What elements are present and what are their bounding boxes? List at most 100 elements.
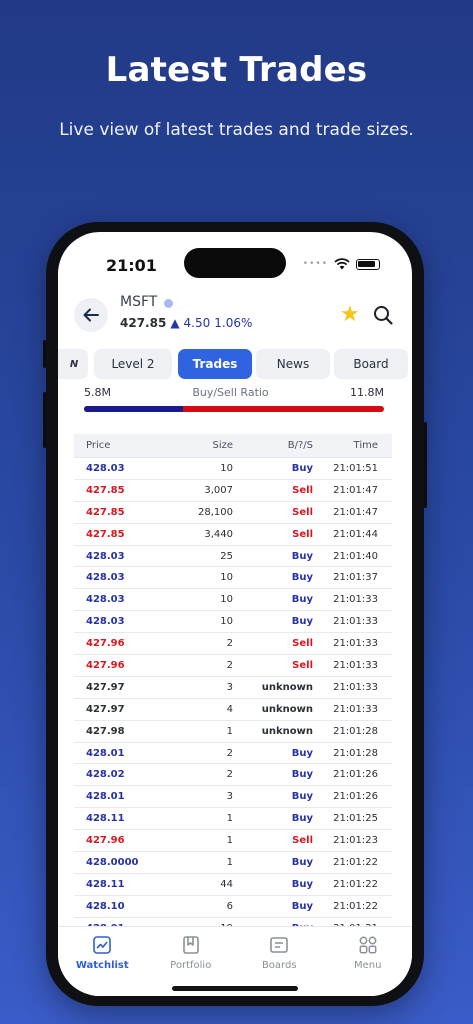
trade-side: Sell <box>292 484 313 496</box>
trade-price: 428.0000 <box>86 856 139 868</box>
column-header-size[interactable]: Size <box>169 440 233 451</box>
trade-side: Buy <box>291 813 313 825</box>
trade-time: 21:01:22 <box>333 856 378 868</box>
sell-volume: 11.8M <box>350 386 384 399</box>
trade-size: 1 <box>226 856 233 868</box>
promo-subtitle: Live view of latest trades and trade siz… <box>59 120 414 140</box>
trade-price: 427.96 <box>86 638 125 650</box>
table-header: Price Size B/?/S Time <box>74 434 392 458</box>
trade-side: Buy <box>291 462 313 474</box>
trade-price: 428.01 <box>86 747 125 759</box>
table-row: 428.01 3 Buy 21:01:26 <box>74 786 392 809</box>
ratio-bar-buy-fill <box>84 406 183 412</box>
trade-time: 21:01:22 <box>333 900 378 912</box>
ticker-symbol: MSFT <box>120 294 158 310</box>
trade-time: 21:01:33 <box>333 681 378 693</box>
trade-time: 21:01:33 <box>333 703 378 715</box>
trades-table: Price Size B/?/S Time 428.03 10 Buy 21:01:5… <box>74 434 392 940</box>
trade-side: Buy <box>291 856 313 868</box>
trade-price: 427.97 <box>86 703 125 715</box>
trade-price: 427.98 <box>86 725 125 737</box>
trade-size: 2 <box>226 769 233 781</box>
table-row: 428.03 10 Buy 21:01:33 <box>74 589 392 612</box>
table-row: 427.97 4 unknown 21:01:33 <box>74 699 392 721</box>
buy-volume: 5.8M <box>84 386 111 399</box>
tab-board[interactable]: Board <box>334 349 408 379</box>
trade-size: 44 <box>220 878 233 890</box>
trade-rows: 428.03 10 Buy 21:01:51 427.85 3,007 Sell 21:01:… <box>74 458 392 940</box>
dynamic-island <box>184 248 286 278</box>
trade-price: 428.10 <box>86 900 125 912</box>
trade-side: Buy <box>291 769 313 781</box>
trade-time: 21:01:28 <box>333 725 378 737</box>
table-row: 428.11 1 Buy 21:01:25 <box>74 808 392 831</box>
trade-price: 428.01 <box>86 791 125 803</box>
trade-time: 21:01:47 <box>333 484 378 496</box>
table-row: 427.96 2 Sell 21:01:33 <box>74 633 392 656</box>
trade-side: Buy <box>291 791 313 803</box>
trade-size: 3 <box>226 791 233 803</box>
trade-size: 3,440 <box>204 528 233 540</box>
battery-icon <box>356 258 380 270</box>
tab-level-2[interactable]: Level 2 <box>94 349 172 379</box>
search-icon[interactable] <box>372 304 394 326</box>
chart-icon <box>93 936 112 954</box>
column-header-price[interactable]: Price <box>74 440 169 451</box>
trade-side: Buy <box>291 747 313 759</box>
trade-time: 21:01:37 <box>333 572 378 584</box>
trade-time: 21:01:47 <box>333 506 378 518</box>
promo-title: Latest Trades <box>105 50 368 90</box>
phone-side-button <box>43 340 46 368</box>
trade-side: unknown <box>261 725 313 737</box>
bookmark-icon <box>182 936 199 954</box>
tab-bar-label: Boards <box>261 960 297 971</box>
tab-trades[interactable]: Trades <box>178 349 252 379</box>
table-row: 428.11 44 Buy 21:01:22 <box>74 874 392 896</box>
trade-side: Buy <box>291 900 313 912</box>
trade-time: 21:01:23 <box>333 835 378 847</box>
trade-size: 3,007 <box>204 484 233 496</box>
status-icons: •••• <box>303 258 380 270</box>
trade-size: 28,100 <box>198 506 233 518</box>
trade-side: Sell <box>292 659 313 671</box>
trade-side: Sell <box>292 835 313 847</box>
trade-time: 21:01:33 <box>333 638 378 650</box>
trade-size: 10 <box>220 462 233 474</box>
tab-bar-menu[interactable]: Menu <box>324 927 413 996</box>
trade-size: 2 <box>226 659 233 671</box>
column-header-side[interactable]: B/?/S <box>233 440 313 451</box>
table-row: 427.97 3 unknown 21:01:33 <box>74 677 392 699</box>
trade-size: 4 <box>226 703 233 715</box>
status-time: 21:01 <box>106 256 157 275</box>
trade-time: 21:01:28 <box>333 747 378 759</box>
trade-side: unknown <box>261 681 313 693</box>
trade-time: 21:01:33 <box>333 616 378 628</box>
arrow-left-icon <box>83 308 99 322</box>
trade-size: 1 <box>226 725 233 737</box>
status-bar: 21:01 •••• <box>58 232 412 282</box>
table-row: 427.96 1 Sell 21:01:23 <box>74 830 392 853</box>
trade-size: 10 <box>220 616 233 628</box>
table-row: 428.02 2 Buy 21:01:26 <box>74 764 392 787</box>
tab-truncated[interactable]: N <box>58 349 88 379</box>
table-row: 427.98 1 unknown 21:01:28 <box>74 721 392 743</box>
ratio-bar <box>84 406 384 412</box>
ratio-label: Buy/Sell Ratio <box>192 386 269 399</box>
tab-bar-watchlist[interactable]: Watchlist <box>58 927 147 996</box>
app-screen: 21:01 •••• MSFT 427.85 ▲ 4.50 1.06% ★ N … <box>58 232 412 996</box>
trade-price: 427.85 <box>86 506 125 518</box>
board-icon <box>270 937 289 953</box>
trade-side: Buy <box>291 878 313 890</box>
trade-size: 2 <box>226 638 233 650</box>
ticker-header: MSFT 427.85 ▲ 4.50 1.06% ★ <box>58 286 412 342</box>
column-header-time[interactable]: Time <box>313 440 386 451</box>
price-line: 427.85 ▲ 4.50 1.06% <box>120 316 252 330</box>
table-row: 428.10 6 Buy 21:01:22 <box>74 896 392 918</box>
star-icon[interactable]: ★ <box>340 302 360 327</box>
trade-size: 1 <box>226 835 233 847</box>
tab-news[interactable]: News <box>256 349 330 379</box>
back-button[interactable] <box>74 298 108 332</box>
phone-side-button <box>424 422 427 508</box>
trade-time: 21:01:22 <box>333 878 378 890</box>
trade-price: 427.85 <box>86 484 125 496</box>
